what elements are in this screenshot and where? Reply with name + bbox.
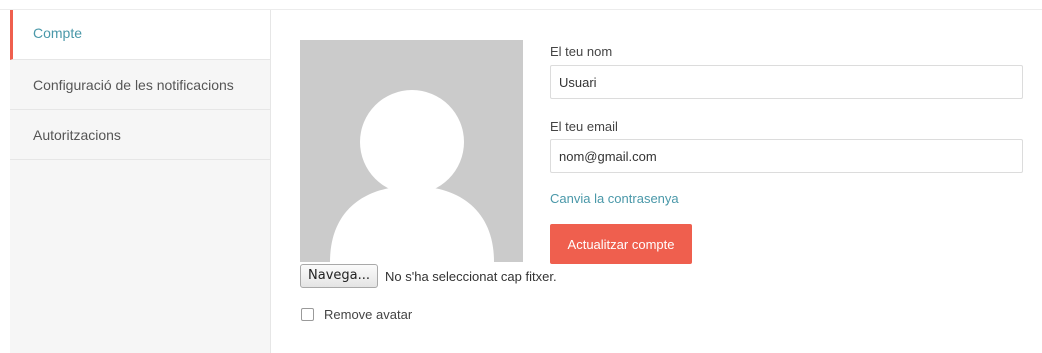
sidebar-item-label: Configuració de les notificacions bbox=[33, 77, 234, 93]
update-account-button[interactable]: Actualitzar compte bbox=[550, 224, 692, 264]
sidebar-item-authorizations[interactable]: Autoritzacions bbox=[10, 110, 270, 160]
sidebar-item-notifications[interactable]: Configuració de les notificacions bbox=[10, 60, 270, 110]
account-settings-page: Compte Configuració de les notificacions… bbox=[0, 0, 1042, 353]
email-field[interactable] bbox=[550, 139, 1023, 173]
name-field[interactable] bbox=[550, 65, 1023, 99]
avatar bbox=[300, 40, 523, 262]
change-password-link[interactable]: Canvia la contrasenya bbox=[550, 191, 679, 206]
top-divider bbox=[0, 0, 1042, 10]
settings-sidebar: Compte Configuració de les notificacions… bbox=[10, 10, 271, 353]
sidebar-item-label: Compte bbox=[33, 25, 83, 41]
name-label: El teu nom bbox=[550, 44, 613, 59]
file-status-text: No s'ha seleccionat cap fitxer. bbox=[385, 268, 557, 284]
remove-avatar-checkbox[interactable] bbox=[301, 308, 314, 321]
email-label: El teu email bbox=[550, 119, 618, 134]
browse-button[interactable]: Navega... bbox=[300, 264, 378, 288]
sidebar-item-account[interactable]: Compte bbox=[10, 10, 270, 60]
default-user-silhouette-icon bbox=[330, 90, 494, 262]
avatar-file-input: Navega... No s'ha seleccionat cap fitxer… bbox=[300, 263, 557, 289]
remove-avatar-label: Remove avatar bbox=[324, 307, 413, 322]
remove-avatar-option[interactable]: Remove avatar bbox=[301, 307, 412, 322]
sidebar-item-label: Autoritzacions bbox=[33, 127, 121, 143]
